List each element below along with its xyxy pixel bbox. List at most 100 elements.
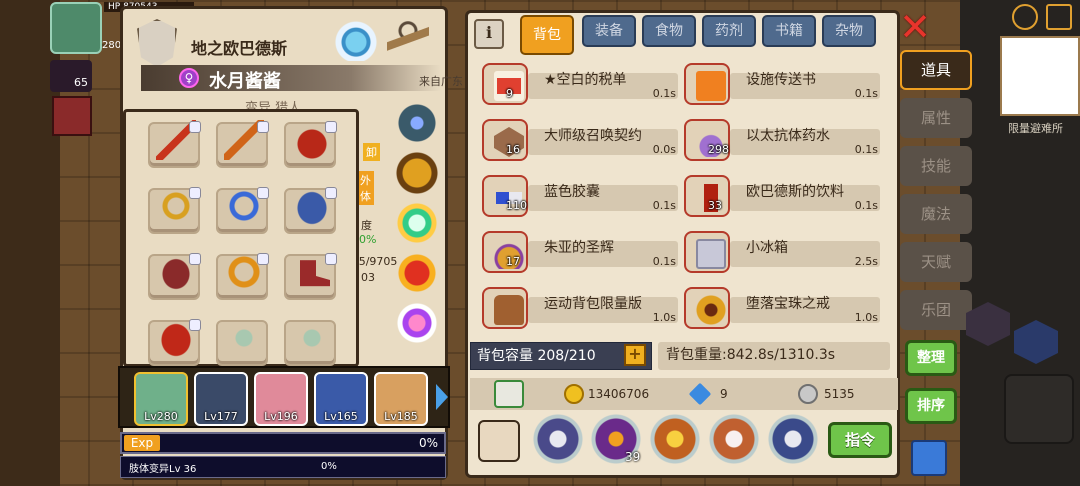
download-icon[interactable]: [494, 380, 524, 408]
mutation-bar: 肢体变异Lv 36 0%: [120, 456, 446, 478]
item-name: 欧巴德斯的饮料: [746, 184, 844, 200]
chest-skill-icon[interactable]: 39: [591, 414, 641, 464]
order-button[interactable]: 排序: [905, 388, 957, 424]
menu-attributes[interactable]: 属性: [900, 98, 972, 138]
item-frame: [482, 287, 528, 329]
guild-emblem-icon: [137, 19, 177, 67]
skull-skill-icon[interactable]: [533, 414, 583, 464]
equip-slot-empty-2[interactable]: [284, 318, 336, 366]
equip-slot-bracelet[interactable]: [216, 186, 269, 234]
tab-bag[interactable]: 背包: [520, 15, 574, 55]
exp-bar: Exp 0%: [120, 432, 446, 454]
equip-slot-helmet[interactable]: [284, 120, 337, 168]
bunny-charm-icon[interactable]: [393, 299, 441, 347]
sort-button[interactable]: 整理: [905, 340, 957, 376]
globe-icon[interactable]: [1012, 4, 1038, 30]
hand-skill-icon[interactable]: [709, 414, 759, 464]
equip-slot-armor-red[interactable]: [148, 318, 201, 366]
menu-items[interactable]: 道具: [900, 50, 972, 90]
party-row: Lv280 Lv177 Lv196 Lv165 Lv185: [118, 366, 450, 428]
bag-item[interactable]: 堕落宝珠之戒 1.0s: [682, 285, 882, 331]
jade-ring-icon[interactable]: [393, 199, 441, 247]
party-member-5[interactable]: Lv185: [374, 372, 428, 426]
tab-food[interactable]: 食物: [642, 15, 696, 47]
bag-item[interactable]: 欧巴德斯的饮料 0.1s 33: [682, 173, 882, 219]
tab-misc[interactable]: 杂物: [822, 15, 876, 47]
dice-123-icon[interactable]: [478, 420, 520, 462]
character-title: 地之欧巴德斯: [191, 39, 288, 58]
equip-slot-gauntlet[interactable]: [284, 186, 337, 234]
party-next-arrow-icon[interactable]: [436, 384, 448, 410]
name-bar: ♀ 水月酱酱 来自广东: [141, 65, 463, 92]
slot-badge-icon: [325, 121, 337, 133]
party-member-4[interactable]: Lv165: [314, 372, 368, 426]
mutation-label: 肢体变异Lv 36: [129, 464, 197, 475]
fullscreen-icon[interactable]: [1046, 4, 1072, 30]
gold-coin-icon: [564, 384, 584, 404]
currency-bar: 13406706 9 5135: [470, 378, 898, 410]
item-name: 蓝色胶囊: [544, 184, 600, 200]
tab-books[interactable]: 书籍: [762, 15, 816, 47]
hanger-icon[interactable]: [387, 19, 429, 61]
item-count: 298: [708, 143, 729, 156]
item-cooldown: 1.0s: [854, 311, 878, 324]
bag-item[interactable]: 大师级召唤契约 0.0s 16: [480, 117, 680, 163]
item-cooldown: 0.1s: [854, 199, 878, 212]
player-avatar[interactable]: [50, 2, 102, 54]
menu-magic[interactable]: 魔法: [900, 194, 972, 234]
equip-slot-boots[interactable]: [284, 253, 337, 300]
close-icon[interactable]: ✕: [898, 8, 932, 46]
item-cooldown: 0.1s: [854, 143, 878, 156]
silver-coin-icon: [798, 384, 818, 404]
slot-badge-icon: [257, 121, 269, 133]
menu-talent[interactable]: 天赋: [900, 242, 972, 282]
item-frame: [684, 175, 730, 217]
fire-skill-icon[interactable]: [650, 414, 700, 464]
slot-badge-icon: [189, 319, 201, 331]
crown-icon[interactable]: [393, 149, 441, 197]
bag-item[interactable]: 设施传送书 0.1s: [682, 61, 882, 107]
equip-slot-sword[interactable]: [148, 120, 201, 168]
skill-badge-count: 39: [625, 450, 641, 464]
equip-slot-ring[interactable]: [216, 252, 269, 300]
bow-weapon-icon[interactable]: [1004, 374, 1074, 444]
info-button[interactable]: i: [474, 19, 504, 49]
exp-label: Exp: [124, 435, 160, 451]
bag-item[interactable]: ★空白的税单 0.1s 9: [480, 61, 680, 107]
tab-equipment[interactable]: 装备: [582, 15, 636, 47]
party-member-3[interactable]: Lv196: [254, 372, 308, 426]
item-frame: [482, 231, 528, 273]
teleport-book-icon: [696, 71, 726, 101]
party-member-level: Lv185: [384, 410, 418, 423]
bag-item[interactable]: 蓝色胶囊 0.1s 110: [480, 173, 680, 219]
bag-item[interactable]: 朱亚的圣辉 0.1s 17: [480, 229, 680, 275]
item-count: 16: [506, 143, 520, 156]
minimap[interactable]: [1000, 36, 1080, 116]
bag-item[interactable]: 以太抗体药水 0.1s 298: [682, 117, 882, 163]
gold-amount: 13406706: [588, 387, 650, 401]
equip-slot-spear[interactable]: [216, 120, 269, 168]
bag-item[interactable]: 运动背包限量版 1.0s: [480, 285, 680, 331]
item-name: 以太抗体药水: [746, 128, 830, 144]
equip-slot-empty-1[interactable]: [216, 318, 268, 366]
side-label-unequip[interactable]: 卸: [363, 143, 380, 161]
item-count: 110: [506, 199, 527, 212]
party-member-1[interactable]: Lv280: [134, 372, 188, 426]
shield-gem-icon[interactable]: [393, 99, 441, 147]
menu-band[interactable]: 乐团: [900, 290, 972, 330]
gear-skill-icon[interactable]: [768, 414, 818, 464]
menu-skills[interactable]: 技能: [900, 146, 972, 186]
equip-slot-armor[interactable]: [148, 252, 201, 300]
empty-slot-icon: [292, 318, 332, 358]
command-button[interactable]: 指令: [828, 422, 892, 458]
fire-boots-icon[interactable]: [393, 249, 441, 297]
enemy-indicator[interactable]: 65: [50, 60, 92, 92]
search-icon[interactable]: [911, 440, 947, 476]
bag-item[interactable]: 小冰箱 2.5s: [682, 229, 882, 275]
equip-slot-necklace[interactable]: [148, 186, 201, 234]
item-name: 堕落宝珠之戒: [746, 296, 830, 312]
expand-capacity-button[interactable]: +: [624, 344, 646, 366]
tab-potion[interactable]: 药剂: [702, 15, 756, 47]
crystal-altar-icon[interactable]: [335, 19, 377, 61]
party-member-2[interactable]: Lv177: [194, 372, 248, 426]
